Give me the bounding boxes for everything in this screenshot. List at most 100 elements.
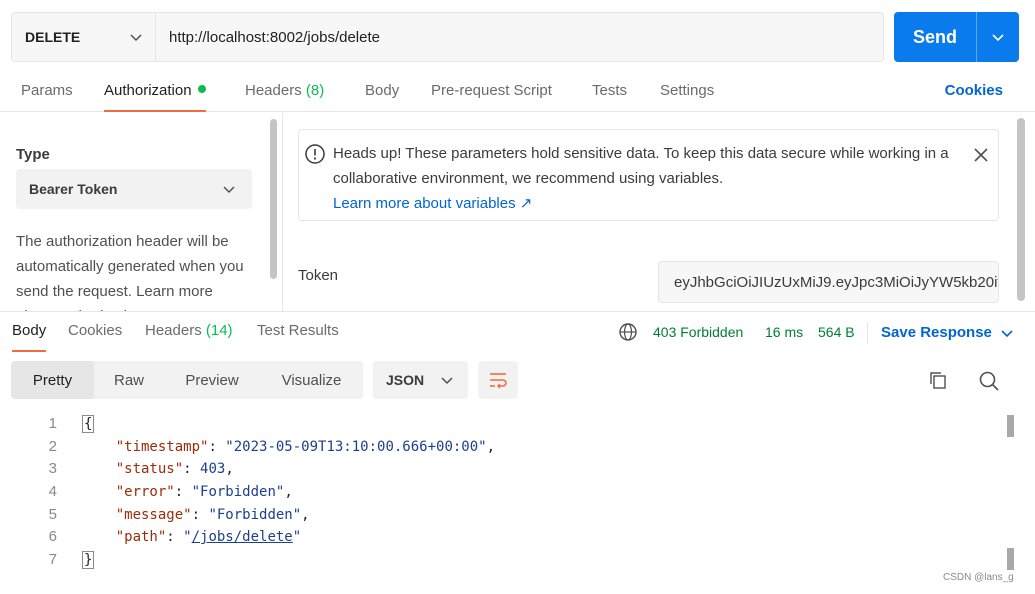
response-time[interactable]: 16 ms: [765, 324, 803, 340]
tab-authorization-label: Authorization: [104, 82, 192, 99]
auth-content-scrollbar[interactable]: [1017, 118, 1025, 301]
json-key: "status": [115, 461, 184, 477]
language-select[interactable]: JSON: [373, 361, 468, 399]
code-text: {: [82, 413, 95, 435]
json-value-quote: ": [292, 529, 302, 545]
open-brace: {: [82, 415, 95, 433]
code-line: 7 }: [0, 549, 1000, 571]
tab-authorization[interactable]: Authorization: [104, 82, 206, 112]
divider: [867, 322, 868, 344]
editor-scrollbar-bottom[interactable]: [1007, 548, 1014, 570]
format-toggle-group: Pretty Raw Preview Visualize: [11, 361, 363, 399]
line-number: 5: [48, 506, 57, 523]
url-text: http://localhost:8002/jobs/delete: [169, 28, 380, 46]
globe-icon[interactable]: [618, 322, 638, 342]
wrap-lines-button[interactable]: [478, 361, 518, 399]
resp-tab-cookies[interactable]: Cookies: [68, 322, 122, 352]
tab-tests[interactable]: Tests: [592, 82, 627, 112]
format-pretty-button[interactable]: Pretty: [11, 361, 94, 399]
cookies-link[interactable]: Cookies: [945, 82, 1003, 99]
json-value: "Forbidden": [208, 507, 302, 523]
alert-text: Heads up! These parameters hold sensitiv…: [333, 145, 949, 187]
code-text: "timestamp": "2023-05-09T13:10:00.666+00…: [115, 439, 496, 455]
json-key: "error": [115, 484, 175, 500]
json-value: "2023-05-09T13:10:00.666+00:00": [225, 439, 487, 455]
copy-icon[interactable]: [928, 370, 948, 390]
tab-settings[interactable]: Settings: [660, 82, 714, 112]
save-response-label: Save Response: [881, 324, 992, 341]
close-icon[interactable]: [972, 146, 990, 164]
resp-headers-count: (14): [205, 322, 233, 339]
type-label: Type: [16, 146, 50, 163]
json-key: "path": [115, 529, 167, 545]
json-key: "timestamp": [115, 439, 209, 455]
status-code[interactable]: 403 Forbidden: [653, 324, 743, 340]
auth-panel-scrollbar[interactable]: [270, 119, 277, 279]
code-line: 5 "message": "Forbidden",: [0, 504, 1000, 526]
code-line: 2 "timestamp": "2023-05-09T13:10:00.666+…: [0, 436, 1000, 458]
path-link[interactable]: /jobs/delete: [192, 529, 293, 545]
auth-type-select[interactable]: Bearer Token: [16, 169, 252, 209]
resp-tab-headers-label: Headers: [145, 322, 202, 339]
auth-description: The authorization header will be automat…: [16, 233, 244, 311]
resp-tab-body[interactable]: Body: [12, 322, 47, 352]
request-tabs: Params Authorization Headers (8) Body Pr…: [0, 72, 1035, 112]
response-body-editor[interactable]: 1 { 2 "timestamp": "2023-05-09T13:10:00.…: [0, 413, 1035, 594]
line-number: 1: [48, 415, 57, 432]
save-response-button[interactable]: Save Response: [881, 324, 1014, 341]
auth-type-value: Bearer Token: [29, 181, 118, 197]
json-value-quote: ": [183, 529, 192, 545]
format-raw-button[interactable]: Raw: [94, 361, 164, 399]
tab-headers-label: Headers: [245, 82, 302, 99]
resp-tab-test-results[interactable]: Test Results: [257, 322, 339, 352]
send-dropdown-button[interactable]: [977, 12, 1019, 62]
alert-message: Heads up! These parameters hold sensitiv…: [333, 141, 973, 216]
code-text: "path": "/jobs/delete": [115, 529, 302, 545]
code-line: 4 "error": "Forbidden",: [0, 481, 1000, 503]
auth-type-panel: Type Bearer Token The authorization head…: [0, 113, 283, 311]
headers-count: (8): [305, 82, 325, 99]
code-text: "status": 403,: [115, 461, 234, 477]
token-input[interactable]: eyJhbGciOiJIUzUxMiJ9.eyJpc3MiOiJyYW5kb20…: [658, 261, 999, 303]
code-text: "message": "Forbidden",: [115, 507, 310, 523]
language-value: JSON: [386, 372, 425, 388]
close-brace: }: [82, 551, 95, 569]
url-bar: DELETE http://localhost:8002/jobs/delete: [11, 12, 884, 62]
response-tabs: Body Cookies Headers (14) Test Results 4…: [0, 311, 1035, 352]
url-input[interactable]: http://localhost:8002/jobs/delete: [156, 13, 883, 61]
chevron-down-icon: [992, 34, 1004, 42]
line-number: 6: [48, 528, 57, 545]
tab-body[interactable]: Body: [365, 82, 399, 112]
code-line: 6 "path": "/jobs/delete": [0, 526, 1000, 548]
tab-params[interactable]: Params: [21, 82, 73, 112]
tab-pre-request-script[interactable]: Pre-request Script: [431, 82, 552, 112]
code-text: "error": "Forbidden",: [115, 484, 293, 500]
line-number: 3: [48, 460, 57, 477]
code-line: 3 "status": 403,: [0, 458, 1000, 480]
code-text: }: [82, 549, 95, 571]
json-value: "Forbidden": [191, 484, 285, 500]
chevron-down-icon: [1001, 329, 1013, 337]
line-number: 4: [48, 483, 57, 500]
search-icon[interactable]: [978, 370, 1000, 392]
format-visualize-button[interactable]: Visualize: [260, 361, 363, 399]
format-preview-button[interactable]: Preview: [164, 361, 260, 399]
sensitive-data-alert: Heads up! These parameters hold sensitiv…: [298, 129, 999, 221]
learn-more-variables-link[interactable]: Learn more about variables ↗: [333, 195, 532, 212]
tab-headers[interactable]: Headers (8): [245, 82, 324, 112]
send-button-group: Send: [894, 12, 1019, 62]
watermark: CSDN @lans_g: [943, 572, 1014, 583]
chevron-down-icon: [441, 377, 453, 385]
token-label: Token: [298, 267, 339, 284]
line-number: 2: [48, 438, 57, 455]
chevron-down-icon: [223, 186, 235, 194]
active-dot-icon: [197, 85, 206, 93]
editor-scrollbar-top[interactable]: [1007, 415, 1014, 437]
response-size[interactable]: 564 B: [818, 324, 855, 340]
code-line: 1 {: [0, 413, 1000, 435]
method-select[interactable]: DELETE: [12, 13, 156, 61]
wrap-lines-icon: [490, 373, 507, 389]
method-label: DELETE: [25, 29, 81, 45]
resp-tab-headers[interactable]: Headers (14): [145, 322, 233, 352]
send-button[interactable]: Send: [894, 12, 977, 62]
